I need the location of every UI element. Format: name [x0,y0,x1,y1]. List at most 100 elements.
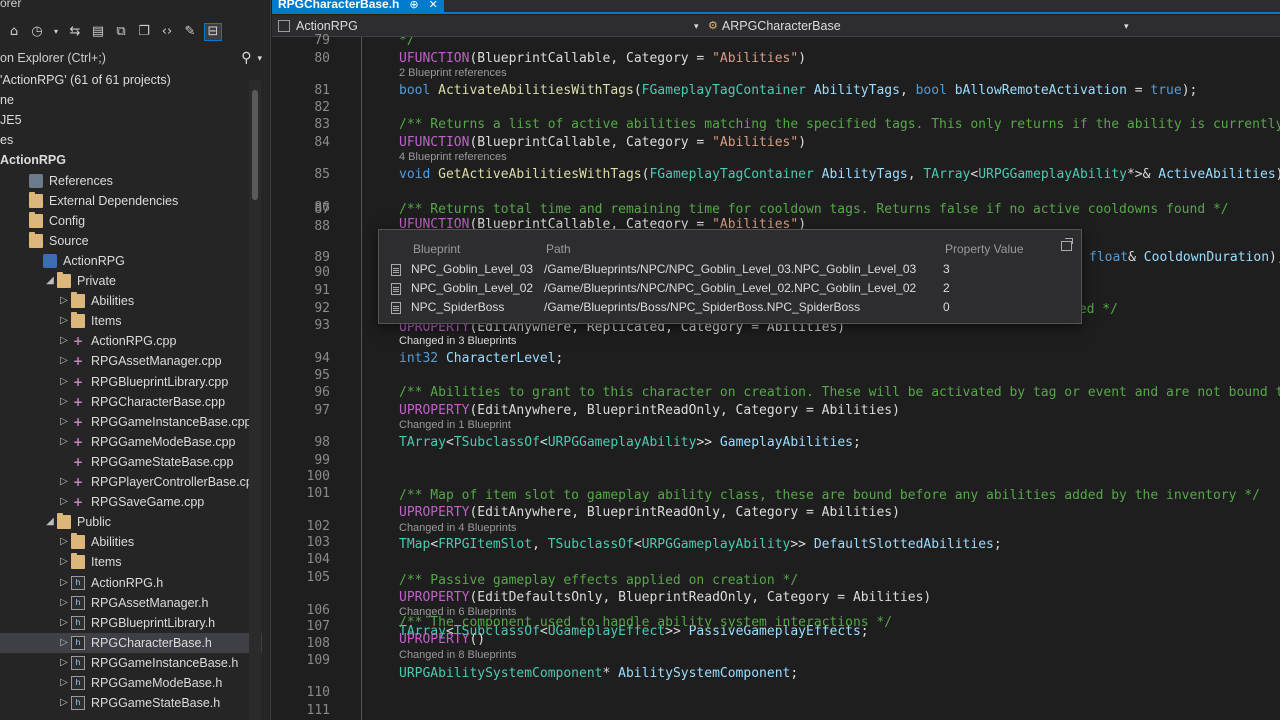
tree-item[interactable]: ▷ h RPGGameStateBase.h [0,693,262,713]
tree-item[interactable]: ▷ + RPGGameModeBase.cpp [0,432,262,452]
tree-item[interactable]: ▷ h RPGGameInstanceBase.h [0,653,262,673]
cpp-file-icon: + [72,374,84,389]
tree-item[interactable]: ▷ h RPGCharacterBase.h [0,632,262,653]
tree-item[interactable]: ▷ Items [0,311,262,331]
expand-arrow-icon[interactable]: ▷ [58,693,70,713]
blueprint-row[interactable]: NPC_Goblin_Level_02/Game/Blueprints/NPC/… [379,279,1081,298]
code-token: 2 Blueprint references [399,67,507,79]
tree-item[interactable]: ▷ h ActionRPG.h [0,573,262,593]
blueprint-row[interactable]: NPC_Goblin_Level_03/Game/Blueprints/NPC/… [379,260,1081,279]
close-icon[interactable]: ✕ [429,0,438,14]
dropdown-icon[interactable]: ▾ [52,24,60,40]
expand-arrow-icon[interactable]: ▷ [58,532,70,552]
collapse-arrow-icon[interactable]: ◢ [44,512,56,532]
show-files-icon[interactable]: ❐ [136,24,152,40]
tree-item[interactable]: ▷ h RPGBlueprintLibrary.h [0,613,262,633]
expand-arrow-icon[interactable]: ▷ [58,392,70,412]
cell-path: /Game/Blueprints/NPC/NPC_Goblin_Level_03… [544,262,917,276]
tree-item[interactable]: ▷ + RPGGameInstanceBase.cpp [0,412,262,432]
tree-item[interactable]: JE5 [0,110,262,130]
tree-item[interactable]: Config [0,211,262,231]
tab-rpgcharacterbase-h[interactable]: RPGCharacterBase.h ⊕ ✕ [272,0,444,14]
tree-item[interactable]: ne [0,90,262,110]
member-dropdown[interactable]: ⚙ ARPGCharacterBase ▾ [708,15,1132,37]
tree-item[interactable]: ▷ + RPGAssetManager.cpp [0,351,262,371]
code-token: Changed in 8 Blueprints [399,649,517,661]
expand-arrow-icon[interactable]: ▷ [58,331,70,351]
properties-icon[interactable]: ✎ [182,24,198,40]
expand-arrow-icon[interactable]: ▷ [58,552,70,572]
code-line: UFUNCTION(BlueprintCallable, Category = … [399,135,806,150]
tree-item[interactable]: ActionRPG [0,150,262,170]
preview-icon[interactable]: ⊟ [204,23,222,41]
tree-item[interactable]: ▷ h RPGGameModeBase.h [0,673,262,693]
tree-item[interactable]: ▷ Items [0,552,262,572]
expand-arrow-icon[interactable]: ▷ [58,472,70,492]
line-number: 101 [306,486,330,501]
history-icon[interactable]: ◷ [29,24,45,40]
tree-item[interactable]: ▷ + RPGBlueprintLibrary.cpp [0,372,262,392]
tree-item[interactable]: ▷ h RPGAssetManager.h [0,593,262,613]
chevron-down-icon[interactable]: ▾ [257,53,262,64]
tree-item[interactable]: Source [0,231,262,251]
tree-item[interactable]: 'ActionRPG' (61 of 61 projects) [0,70,262,90]
expand-arrow-icon[interactable]: ▷ [58,291,70,311]
codelens-hint[interactable]: Changed in 8 Blueprints [399,649,516,661]
chevron-down-icon[interactable]: ▾ [694,15,699,37]
expand-arrow-icon[interactable]: ▷ [58,573,70,593]
code-view-icon[interactable]: ‹› [159,24,175,40]
code-token: 4 Blueprint references [399,151,507,163]
tab-strip: RPGCharacterBase.h ⊕ ✕ [272,0,1280,14]
codelens-hint[interactable]: Changed in 4 Blueprints [399,522,516,534]
blueprint-row[interactable]: NPC_SpiderBoss/Game/Blueprints/Boss/NPC_… [379,298,1081,317]
collapse-arrow-icon[interactable]: ◢ [44,271,56,291]
tree-item[interactable]: ▷ + RPGPlayerControllerBase.cpp [0,472,262,492]
expand-arrow-icon[interactable]: ▷ [58,593,70,613]
tree-item[interactable]: ▷ Abilities [0,291,262,311]
code-line: /** The component used to handle ability… [399,615,892,630]
expand-arrow-icon[interactable]: ▷ [58,412,70,432]
collapse-all-icon[interactable]: ⧉ [113,24,129,40]
home-icon[interactable]: ⌂ [6,24,22,40]
tree-item[interactable]: ▷ + RPGSaveGame.cpp [0,492,262,512]
codelens-hint[interactable]: Changed in 3 Blueprints [399,335,516,347]
tree-item[interactable]: External Dependencies [0,191,262,211]
expand-arrow-icon[interactable]: ▷ [58,633,70,653]
explorer-search[interactable]: on Explorer (Ctrl+;) ⚲ ▾ [0,47,264,69]
project-dropdown[interactable]: ActionRPG ▾ [276,15,702,37]
code-line: /** Returns a list of active abilities m… [399,117,1280,132]
tree-item[interactable]: ◢ Private [0,271,262,291]
tree-item[interactable]: References [0,171,262,191]
tree-item[interactable]: ▷ + ActionRPG.cpp [0,331,262,351]
code-token: /** Returns total time and remaining tim… [399,202,1229,217]
expand-arrow-icon[interactable]: ▷ [58,432,70,452]
tree-item[interactable]: ▷ + RPGCharacterBase.cpp [0,392,262,412]
expand-arrow-icon[interactable]: ▷ [58,492,70,512]
code-line: UPROPERTY(EditDefaultsOnly, BlueprintRea… [399,590,931,605]
tree-item[interactable]: ◢ Public [0,512,262,532]
expand-arrow-icon[interactable]: ▷ [58,673,70,693]
codelens-hint[interactable]: 4 Blueprint references [399,151,507,163]
scrollbar-thumb[interactable] [252,90,258,200]
folder-icon [71,553,85,570]
sync-icon[interactable]: ⇆ [67,24,83,40]
expand-arrow-icon[interactable]: ▷ [58,311,70,331]
search-icon[interactable]: ⚲ [241,50,251,66]
expand-arrow-icon[interactable]: ▷ [58,653,70,673]
expand-arrow-icon[interactable]: ▷ [58,613,70,633]
codelens-hint[interactable]: 2 Blueprint references [399,67,507,79]
switch-views-icon[interactable]: ▤ [90,24,106,40]
codelens-hint[interactable]: Changed in 1 Blueprint [399,419,511,431]
expand-arrow-icon[interactable]: ▷ [58,351,70,371]
tree-item[interactable]: + RPGGameStateBase.cpp [0,452,262,472]
expand-icon[interactable] [1061,238,1073,251]
pin-icon[interactable]: ⊕ [409,0,418,14]
search-input[interactable]: on Explorer (Ctrl+;) [0,51,241,65]
tree-item[interactable]: ▷ Abilities [0,532,262,552]
code-area[interactable]: */UFUNCTION(BlueprintCallable, Category … [399,37,1280,720]
tree-item[interactable]: es [0,130,262,150]
expand-arrow-icon[interactable]: ▷ [58,372,70,392]
chevron-down-icon[interactable]: ▾ [1124,15,1129,37]
tree-item[interactable]: ActionRPG [0,251,262,271]
tree-scrollbar[interactable] [249,80,261,720]
